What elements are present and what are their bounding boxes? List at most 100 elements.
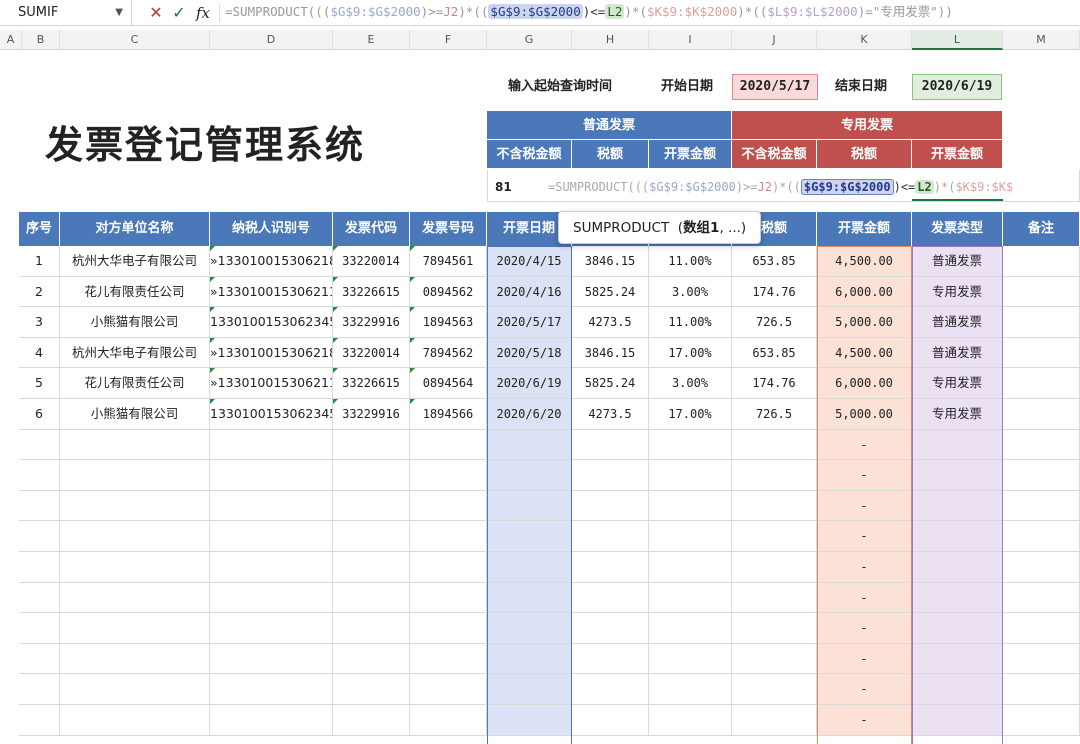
table-cell[interactable]: 小熊猫有限公司 — [60, 399, 210, 430]
table-cell[interactable] — [1003, 429, 1080, 461]
table-cell[interactable]: 11.00% — [649, 246, 732, 277]
table-cell[interactable]: 33226615 — [333, 276, 410, 308]
column-header-l[interactable]: L — [912, 30, 1003, 50]
column-header-j[interactable]: J — [732, 30, 817, 50]
table-cell[interactable]: 17.00% — [649, 399, 732, 430]
table-cell[interactable]: 4273.5 — [572, 399, 649, 430]
table-cell[interactable]: 小熊猫有限公司 — [60, 307, 210, 338]
table-cell[interactable]: 11.00% — [649, 307, 732, 338]
table-cell[interactable] — [732, 429, 817, 461]
table-cell[interactable] — [210, 643, 333, 675]
table-cell[interactable]: 653.85 — [732, 337, 817, 369]
table-cell[interactable] — [649, 674, 732, 705]
table-cell[interactable] — [410, 521, 487, 552]
column-header-g[interactable]: G — [487, 30, 572, 50]
table-cell[interactable]: »13301001530621847 — [210, 246, 333, 277]
table-cell[interactable] — [410, 674, 487, 705]
table-cell[interactable]: »13301001530621125 — [210, 368, 333, 399]
table-cell[interactable]: 174.76 — [732, 368, 817, 399]
column-header-i[interactable]: I — [649, 30, 732, 50]
table-cell[interactable] — [1003, 276, 1080, 308]
table-cell[interactable] — [19, 674, 60, 705]
table-cell[interactable]: 13301001530623456 — [210, 399, 333, 430]
table-cell[interactable] — [19, 521, 60, 552]
table-cell[interactable] — [333, 521, 410, 552]
table-cell[interactable] — [1003, 705, 1080, 736]
table-cell[interactable] — [333, 582, 410, 614]
table-cell[interactable] — [60, 552, 210, 583]
name-box[interactable]: SUMIF ▼ — [0, 0, 132, 26]
table-cell[interactable]: 1894566 — [410, 399, 487, 430]
table-cell[interactable]: 花儿有限责任公司 — [60, 368, 210, 399]
table-cell[interactable]: 33229916 — [333, 307, 410, 338]
column-header-d[interactable]: D — [210, 30, 333, 50]
table-cell[interactable] — [732, 460, 817, 491]
table-cell[interactable] — [210, 674, 333, 705]
table-cell[interactable] — [649, 490, 732, 522]
table-cell[interactable] — [649, 705, 732, 736]
table-cell[interactable] — [572, 490, 649, 522]
table-cell[interactable] — [732, 521, 817, 552]
summary-cell-editing-formula[interactable]: =SUMPRODUCT((($G$9:$G$2000)>=J2)*(($G$9:… — [548, 176, 1080, 198]
table-cell[interactable] — [572, 613, 649, 644]
table-cell[interactable]: 5 — [19, 368, 60, 399]
table-cell[interactable] — [60, 674, 210, 705]
table-cell[interactable] — [572, 674, 649, 705]
table-cell[interactable] — [1003, 582, 1080, 614]
table-cell[interactable] — [1003, 613, 1080, 644]
table-cell[interactable] — [1003, 246, 1080, 277]
table-cell[interactable] — [410, 429, 487, 461]
table-cell[interactable] — [1003, 307, 1080, 338]
table-cell[interactable] — [60, 643, 210, 675]
table-cell[interactable] — [210, 460, 333, 491]
table-cell[interactable] — [649, 643, 732, 675]
table-cell[interactable] — [60, 521, 210, 552]
table-cell[interactable] — [649, 521, 732, 552]
table-cell[interactable] — [410, 460, 487, 491]
column-header-k[interactable]: K — [817, 30, 912, 50]
table-cell[interactable] — [210, 613, 333, 644]
table-cell[interactable]: 3.00% — [649, 276, 732, 308]
table-cell[interactable]: 726.5 — [732, 399, 817, 430]
table-cell[interactable]: »13301001530621125 — [210, 276, 333, 308]
table-cell[interactable]: 33229916 — [333, 399, 410, 430]
column-header-m[interactable]: M — [1003, 30, 1080, 50]
table-cell[interactable] — [19, 582, 60, 614]
table-cell[interactable]: 2 — [19, 276, 60, 308]
table-cell[interactable] — [410, 643, 487, 675]
table-cell[interactable] — [649, 460, 732, 491]
table-cell[interactable] — [333, 674, 410, 705]
table-cell[interactable] — [572, 460, 649, 491]
table-cell[interactable] — [60, 460, 210, 491]
table-cell[interactable] — [333, 705, 410, 736]
table-cell[interactable] — [60, 613, 210, 644]
start-date-input[interactable]: 2020/5/17 — [732, 74, 818, 100]
table-cell[interactable] — [60, 490, 210, 522]
table-cell[interactable] — [1003, 368, 1080, 399]
table-cell[interactable]: 杭州大华电子有限公司 — [60, 337, 210, 369]
table-cell[interactable] — [60, 582, 210, 614]
table-cell[interactable] — [732, 582, 817, 614]
table-cell[interactable]: 7894562 — [410, 337, 487, 369]
table-cell[interactable]: 653.85 — [732, 246, 817, 277]
table-cell[interactable]: 1 — [19, 246, 60, 277]
table-cell[interactable] — [210, 552, 333, 583]
table-cell[interactable]: 花儿有限责任公司 — [60, 276, 210, 308]
table-cell[interactable]: 3 — [19, 307, 60, 338]
table-cell[interactable]: »13301001530621847 — [210, 337, 333, 369]
table-cell[interactable]: 4273.5 — [572, 307, 649, 338]
insert-function-icon[interactable]: fx — [190, 0, 216, 26]
column-header-f[interactable]: F — [410, 30, 487, 50]
table-cell[interactable] — [333, 643, 410, 675]
table-cell[interactable]: 杭州大华电子有限公司 — [60, 246, 210, 277]
table-cell[interactable]: 5825.24 — [572, 276, 649, 308]
table-cell[interactable]: 13301001530623456 — [210, 307, 333, 338]
table-cell[interactable]: 6 — [19, 399, 60, 430]
table-cell[interactable] — [1003, 399, 1080, 430]
table-cell[interactable] — [572, 429, 649, 461]
table-cell[interactable] — [649, 552, 732, 583]
column-header-h[interactable]: H — [572, 30, 649, 50]
table-cell[interactable]: 4 — [19, 337, 60, 369]
table-cell[interactable] — [732, 674, 817, 705]
table-cell[interactable]: 174.76 — [732, 276, 817, 308]
